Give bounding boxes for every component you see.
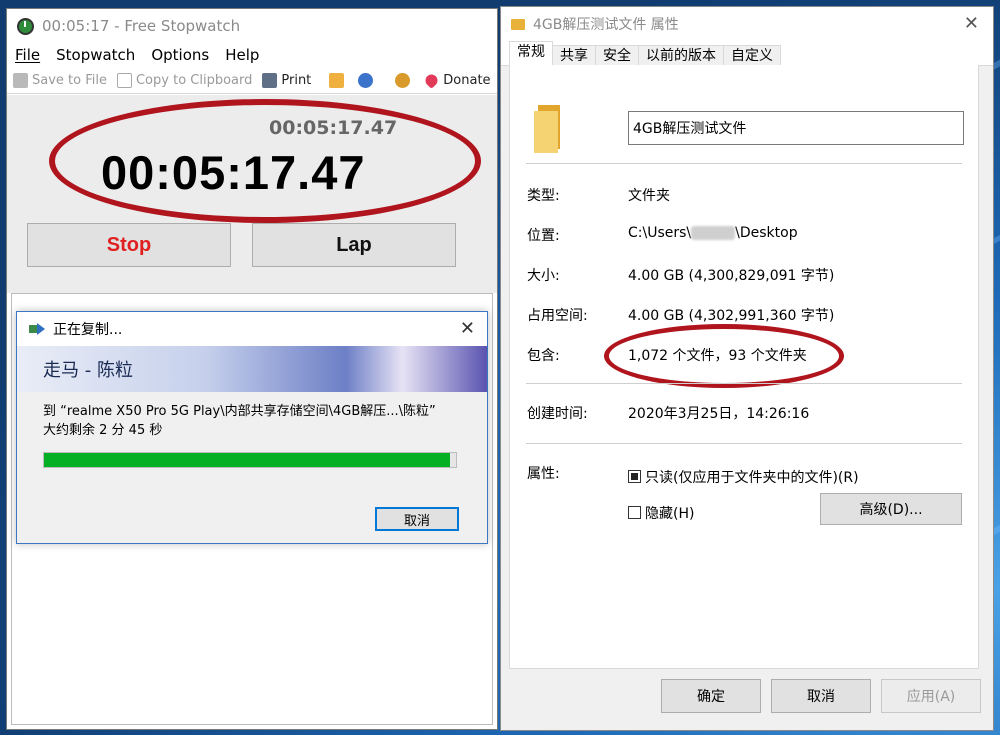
properties-tabs: 常规 共享 安全 以前的版本 自定义 [501,41,993,66]
copy-arrow-icon [29,323,45,335]
copy-item-banner: 走马 - 陈粒 [17,346,487,392]
annotation-ellipse [604,324,844,388]
tab-customize[interactable]: 自定义 [723,45,781,65]
copy-cancel-button[interactable]: 取消 [375,507,459,531]
stopwatch-icon [395,72,411,88]
attributes-label: 属性: [527,466,560,482]
readonly-checkbox[interactable]: 只读(仅应用于文件夹中的文件)(R) [628,467,859,487]
folder-name-input[interactable]: 4GB解压测试文件 [628,111,964,145]
stopwatch-site-button[interactable] [395,72,414,88]
copy-dialog-titlebar: 正在复制... ✕ [17,312,487,346]
cancel-button[interactable]: 取消 [771,679,871,713]
type-label: 类型: [527,188,560,204]
ok-button[interactable]: 确定 [661,679,761,713]
printer-icon [262,72,278,88]
contains-label: 包含: [527,348,560,364]
copy-progress-dialog: 正在复制... ✕ 走马 - 陈粒 到 “realme X50 Pro 5G P… [16,311,488,544]
menu-help[interactable]: Help [225,46,259,64]
donate-button[interactable]: Donate [423,71,491,89]
apply-button[interactable]: 应用(A) [881,679,981,713]
close-icon[interactable]: ✕ [964,13,979,34]
home-icon [329,72,345,88]
divider [526,443,962,444]
stopwatch-title: 00:05:17 - Free Stopwatch [42,17,241,35]
tab-general[interactable]: 常规 [509,41,553,65]
copy-details: 到 “realme X50 Pro 5G Play\内部共享存储空间\4GB解压… [17,392,487,440]
stop-button[interactable]: Stop [27,223,231,267]
copy-destination: 到 “realme X50 Pro 5G Play\内部共享存储空间\4GB解压… [43,404,436,419]
folder-icon [511,18,525,30]
disk-size-value: 4.00 GB (4,302,991,360 字节) [628,308,835,324]
menu-file[interactable]: File [15,46,40,64]
menu-options[interactable]: Options [151,46,209,64]
checkbox-icon [628,470,641,483]
divider [526,163,962,164]
location-value: C:\Users\ \Desktop [628,225,798,241]
size-label: 大小: [527,268,560,284]
copy-to-clipboard-button[interactable]: Copy to Clipboard [116,72,252,88]
redacted-username [691,226,736,240]
help-button[interactable] [358,72,377,88]
heart-icon [423,71,441,89]
checkbox-icon [628,506,641,519]
properties-titlebar: 4GB解压测试文件 属性 ✕ [501,7,993,41]
stopwatch-app-icon [17,17,34,35]
general-panel: 4GB解压测试文件 类型: 文件夹 位置: C:\Users\ \Desktop … [509,65,979,669]
disk-size-label: 占用空间: [527,308,588,324]
close-icon[interactable]: ✕ [460,318,475,339]
time-remaining: 大约剩余 2 分 45 秒 [43,423,163,438]
type-value: 文件夹 [628,188,670,204]
copy-dialog-title: 正在复制... [53,322,123,338]
tab-previous-versions[interactable]: 以前的版本 [638,45,724,65]
copy-progress-fill [44,453,450,467]
created-value: 2020年3月25日，14:26:16 [628,406,810,422]
stopwatch-menubar: File Stopwatch Options Help [7,43,497,67]
divider [526,383,962,384]
home-button[interactable] [329,72,348,88]
stopwatch-display: 00:05:17.47 00:05:17.47 Stop Lap [7,95,497,293]
help-icon [358,72,374,88]
properties-title: 4GB解压测试文件 属性 [533,17,679,33]
menu-stopwatch[interactable]: Stopwatch [56,46,135,64]
size-value: 4.00 GB (4,300,829,091 字节) [628,268,835,284]
print-button[interactable]: Print [262,72,311,88]
copy-progress-bar [43,452,457,468]
folder-icon [534,105,562,153]
annotation-ellipse [49,99,481,223]
tab-security[interactable]: 安全 [595,45,639,65]
advanced-button[interactable]: 高级(D)... [820,493,962,525]
save-to-file-button[interactable]: Save to File [13,72,107,88]
properties-window: 4GB解压测试文件 属性 ✕ 常规 共享 安全 以前的版本 自定义 4GB解压测… [500,6,994,731]
hidden-checkbox[interactable]: 隐藏(H) [628,503,694,523]
location-label: 位置: [527,228,560,244]
tab-sharing[interactable]: 共享 [552,45,596,65]
created-label: 创建时间: [527,406,588,422]
stopwatch-titlebar: 00:05:17 - Free Stopwatch [7,9,497,43]
stopwatch-toolbar: Save to File Copy to Clipboard Print Don… [7,67,497,94]
floppy-icon [13,72,28,88]
lap-button[interactable]: Lap [252,223,456,267]
copy-icon [116,72,132,88]
